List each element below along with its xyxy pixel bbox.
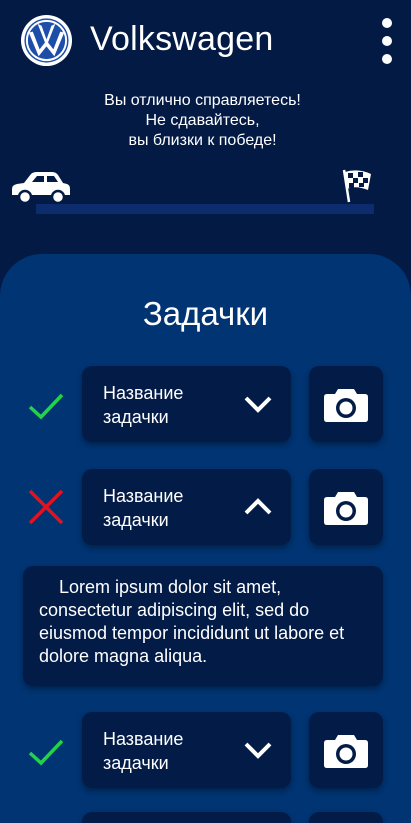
task-name: Название задачки bbox=[103, 383, 184, 427]
task-name: Название задачки bbox=[103, 486, 184, 530]
checkmark-icon bbox=[26, 386, 66, 426]
task-description: Lorem ipsum dolor sit amet, consectetur … bbox=[23, 566, 383, 686]
app-title: Volkswagen bbox=[90, 20, 274, 58]
task-name: Название задачки bbox=[103, 729, 184, 773]
task-card[interactable]: Название задачки bbox=[82, 712, 291, 788]
car-icon bbox=[8, 168, 72, 206]
motivation-line: Не сдавайтесь, bbox=[145, 112, 260, 129]
camera-icon bbox=[324, 389, 368, 422]
app-header: Volkswagen bbox=[0, 0, 411, 84]
chevron-down-icon[interactable] bbox=[242, 734, 274, 766]
camera-button[interactable] bbox=[309, 469, 383, 545]
checkered-flag-icon bbox=[338, 166, 374, 204]
task-card[interactable]: Название задачки bbox=[82, 469, 291, 545]
motivation-text: Вы отлично справляетесь! Не сдавайтесь, … bbox=[0, 91, 405, 151]
cross-icon bbox=[26, 487, 66, 527]
panel-title: Задачки bbox=[142, 295, 269, 332]
checkmark-icon bbox=[26, 732, 66, 772]
camera-button[interactable] bbox=[309, 812, 383, 823]
task-card[interactable]: Название задачки bbox=[82, 366, 291, 442]
motivation-line: вы близки к победе! bbox=[128, 132, 277, 149]
chevron-down-icon[interactable] bbox=[242, 388, 274, 420]
camera-icon bbox=[324, 735, 368, 768]
chevron-up-icon[interactable] bbox=[242, 491, 274, 523]
camera-icon bbox=[324, 492, 368, 525]
motivation-line: Вы отлично справляетесь! bbox=[104, 92, 301, 109]
task-card[interactable] bbox=[82, 812, 291, 823]
progress-track bbox=[36, 204, 374, 214]
progress-area bbox=[0, 160, 411, 220]
camera-button[interactable] bbox=[309, 366, 383, 442]
vw-logo-icon bbox=[20, 14, 73, 67]
camera-button[interactable] bbox=[309, 712, 383, 788]
more-vert-icon[interactable] bbox=[374, 16, 400, 66]
